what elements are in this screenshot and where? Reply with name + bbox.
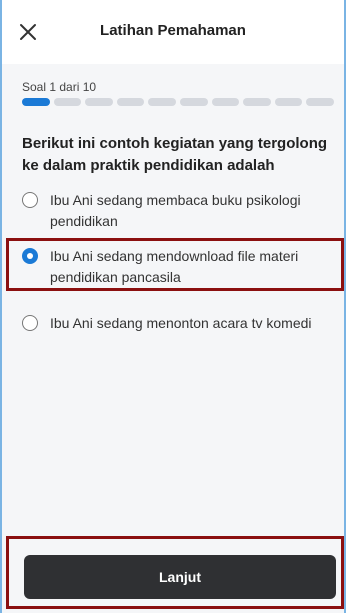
progress-segment <box>274 98 303 106</box>
question-text: Berikut ini contoh kegiatan yang tergolo… <box>22 135 328 174</box>
progress-segment <box>22 98 50 106</box>
progress-segment <box>85 98 113 106</box>
progress-segment <box>53 98 82 106</box>
answer-option-label: Ibu Ani sedang membaca buku psikologi pe… <box>50 192 301 229</box>
progress-segment <box>116 98 145 106</box>
progress-segment <box>243 98 271 106</box>
radio-button-2-selected[interactable] <box>22 248 38 264</box>
answer-option-3[interactable]: Ibu Ani sedang menonton acara tv komedi <box>22 313 338 334</box>
page-title: Latihan Pemahaman <box>100 22 246 39</box>
radio-button-1[interactable] <box>22 192 38 208</box>
answer-option-label: Ibu Ani sedang menonton acara tv komedi <box>50 315 312 331</box>
question-counter: Soal 1 dari 10 <box>22 80 97 94</box>
answer-option-1[interactable]: Ibu Ani sedang membaca buku psikologi pe… <box>22 190 338 232</box>
phone-screen: Latihan Pemahaman Soal 1 dari 10 Berikut… <box>2 0 344 613</box>
progress-segment <box>179 98 208 106</box>
progress-segment <box>306 98 334 106</box>
radio-button-3[interactable] <box>22 315 38 331</box>
header: Latihan Pemahaman <box>2 0 344 64</box>
progress-segment <box>211 98 240 106</box>
next-button[interactable]: Lanjut <box>24 555 336 599</box>
answer-option-label: Ibu Ani sedang mendownload file materi p… <box>50 248 299 285</box>
progress-bar <box>22 98 334 106</box>
answer-option-2[interactable]: Ibu Ani sedang mendownload file materi p… <box>22 246 338 288</box>
progress-segment <box>148 98 176 106</box>
